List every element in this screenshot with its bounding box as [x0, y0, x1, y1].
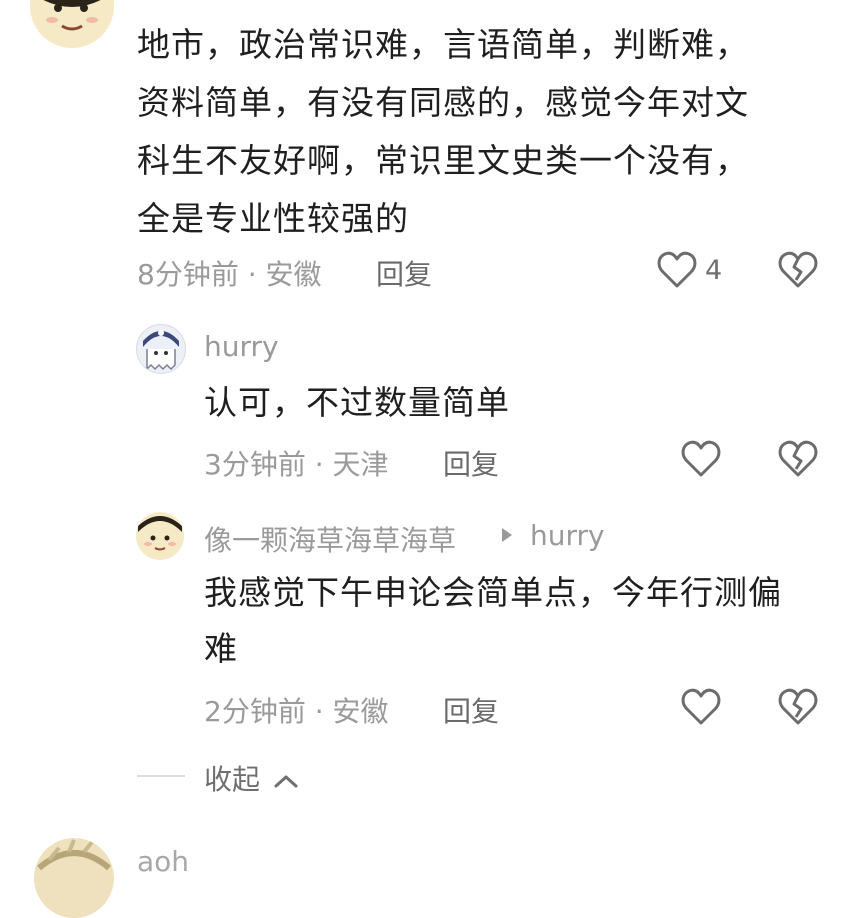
broken-heart-icon[interactable]	[778, 688, 818, 726]
collapse-label: 收起	[204, 763, 261, 796]
reply-meta: 2分钟前 · 安徽	[204, 695, 389, 728]
avatar[interactable]	[30, 0, 114, 48]
comment-line: 科生不友好啊，常识里文史类一个没有，	[137, 141, 749, 180]
reply-text: 我感觉下午申论会简单点，今年行测偏 难	[204, 565, 844, 677]
reply-button[interactable]: 回复	[376, 253, 432, 293]
like-count: 4	[705, 255, 723, 286]
heart-outline-icon[interactable]	[657, 251, 697, 289]
broken-heart-icon[interactable]	[778, 251, 818, 289]
divider	[137, 775, 185, 777]
next-comment-username[interactable]: aoh	[137, 845, 189, 878]
chevron-up-icon	[273, 772, 299, 790]
reply-username[interactable]: hurry	[204, 330, 279, 363]
avatar[interactable]	[136, 324, 186, 374]
comment-meta: 8分钟前 · 安徽	[137, 258, 322, 291]
avatar[interactable]	[34, 838, 114, 918]
heart-outline-icon[interactable]	[681, 440, 721, 478]
comment-line: 全是专业性较强的	[137, 199, 409, 238]
reply-line: 难	[204, 629, 238, 668]
reply-arrow-icon	[500, 526, 514, 544]
comment-line: 地市，政治常识难，言语简单，判断难，	[137, 25, 749, 64]
reply-text: 认可，不过数量简单	[204, 375, 510, 431]
reply-line: 认可，不过数量简单	[204, 383, 510, 422]
comment-text: 地市，政治常识难，言语简单，判断难， 资料简单，有没有同感的，感觉今年对文 科生…	[137, 16, 837, 248]
reply-username[interactable]: 像一颗海草海草海草	[204, 519, 456, 559]
collapse-button[interactable]: 收起	[204, 758, 299, 798]
broken-heart-icon[interactable]	[778, 440, 818, 478]
avatar[interactable]	[136, 512, 184, 560]
reply-to-username[interactable]: hurry	[530, 519, 605, 552]
heart-outline-icon[interactable]	[681, 688, 721, 726]
reply-line: 我感觉下午申论会简单点，今年行测偏	[204, 573, 782, 612]
comment-line: 资料简单，有没有同感的，感觉今年对文	[137, 83, 749, 122]
reply-button[interactable]: 回复	[443, 443, 499, 483]
reply-meta: 3分钟前 · 天津	[204, 448, 389, 481]
reply-button[interactable]: 回复	[443, 690, 499, 730]
